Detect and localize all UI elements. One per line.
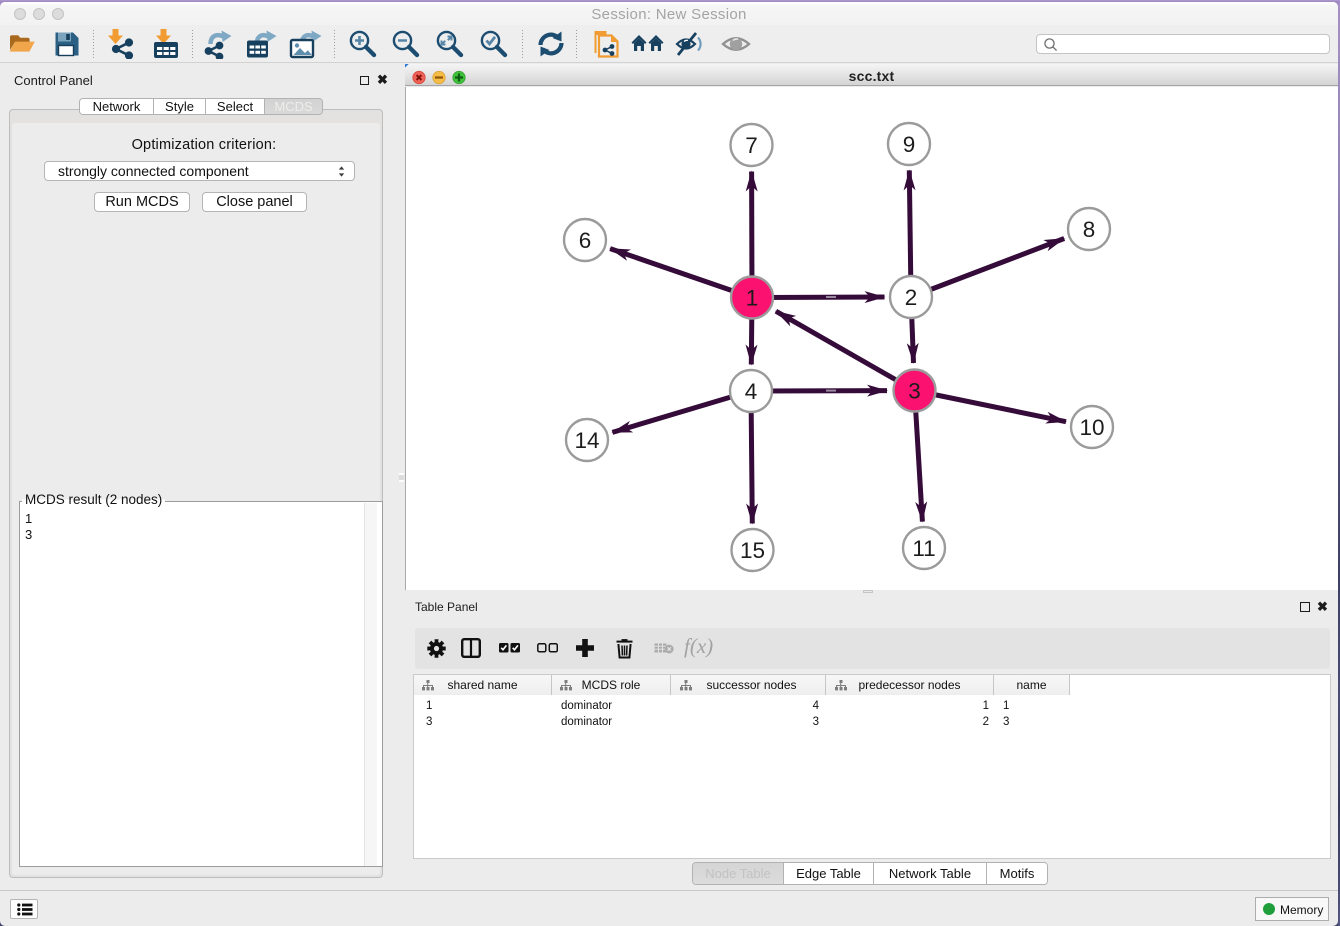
svg-text:2: 2 bbox=[905, 285, 918, 310]
svg-text:6: 6 bbox=[579, 228, 592, 253]
svg-text:10: 10 bbox=[1079, 415, 1104, 440]
svg-text:11: 11 bbox=[912, 536, 935, 561]
svg-text:7: 7 bbox=[745, 133, 758, 158]
svg-text:3: 3 bbox=[908, 379, 921, 404]
svg-text:9: 9 bbox=[903, 132, 916, 157]
svg-text:1: 1 bbox=[746, 286, 759, 311]
svg-text:14: 14 bbox=[574, 428, 599, 453]
svg-text:8: 8 bbox=[1083, 217, 1096, 242]
svg-text:4: 4 bbox=[745, 379, 758, 404]
svg-text:15: 15 bbox=[740, 538, 765, 563]
